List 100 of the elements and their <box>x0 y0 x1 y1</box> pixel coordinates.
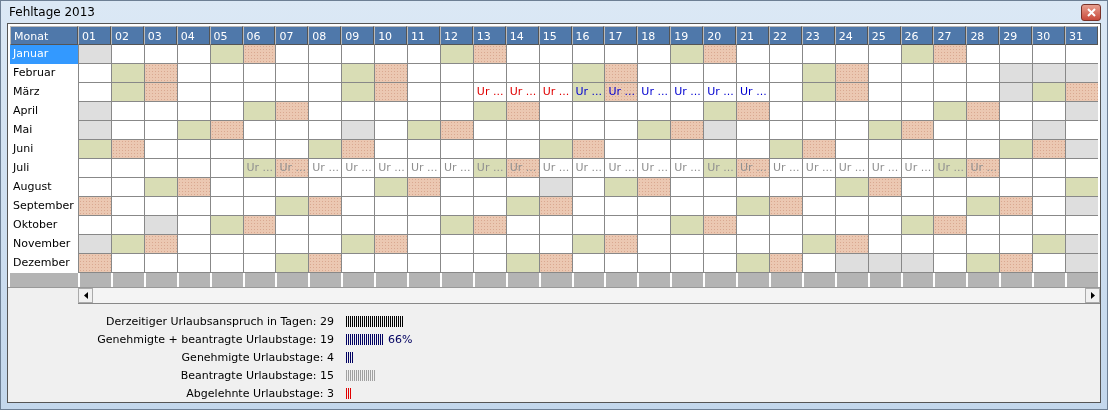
day-cell[interactable] <box>801 45 835 64</box>
column-header[interactable]: 10 <box>374 26 408 45</box>
day-cell[interactable] <box>143 83 177 102</box>
day-cell[interactable] <box>472 45 506 64</box>
day-cell[interactable] <box>176 121 210 140</box>
day-cell[interactable] <box>768 254 802 273</box>
day-cell[interactable] <box>900 83 934 102</box>
day-cell[interactable] <box>834 216 868 235</box>
day-cell[interactable] <box>867 45 901 64</box>
day-cell[interactable] <box>933 64 967 83</box>
day-cell[interactable] <box>867 121 901 140</box>
day-cell[interactable] <box>242 121 276 140</box>
day-cell[interactable] <box>768 83 802 102</box>
day-cell[interactable] <box>505 235 539 254</box>
day-cell[interactable] <box>143 102 177 121</box>
day-cell[interactable] <box>472 102 506 121</box>
day-cell[interactable] <box>143 178 177 197</box>
day-cell[interactable] <box>308 64 342 83</box>
day-cell[interactable] <box>407 197 440 216</box>
day-cell[interactable] <box>538 121 572 140</box>
day-cell[interactable] <box>604 64 638 83</box>
day-cell[interactable] <box>505 102 539 121</box>
column-header[interactable]: 23 <box>801 26 835 45</box>
day-cell[interactable] <box>538 216 572 235</box>
day-cell[interactable] <box>834 254 868 273</box>
day-cell[interactable] <box>637 197 671 216</box>
day-cell[interactable] <box>1032 83 1066 102</box>
column-header[interactable]: 15 <box>538 26 572 45</box>
day-cell[interactable] <box>472 178 506 197</box>
day-cell[interactable] <box>999 216 1033 235</box>
day-cell[interactable] <box>439 235 473 254</box>
day-cell[interactable] <box>1032 216 1066 235</box>
day-cell[interactable] <box>768 45 802 64</box>
day-cell[interactable] <box>439 64 473 83</box>
day-cell[interactable] <box>341 235 375 254</box>
day-cell[interactable] <box>999 45 1033 64</box>
day-cell[interactable] <box>637 178 671 197</box>
day-cell[interactable] <box>407 140 440 159</box>
day-cell[interactable] <box>867 178 901 197</box>
day-cell[interactable] <box>439 178 473 197</box>
day-cell[interactable] <box>242 254 276 273</box>
day-cell[interactable] <box>209 64 243 83</box>
day-cell[interactable] <box>308 140 342 159</box>
day-cell[interactable]: Ur ... <box>472 159 506 178</box>
day-cell[interactable] <box>242 197 276 216</box>
day-cell[interactable] <box>900 102 934 121</box>
day-cell[interactable] <box>275 197 309 216</box>
day-cell[interactable] <box>670 197 704 216</box>
day-cell[interactable] <box>78 121 111 140</box>
day-cell[interactable] <box>900 197 934 216</box>
day-cell[interactable] <box>439 254 473 273</box>
day-cell[interactable] <box>78 45 111 64</box>
day-cell[interactable] <box>209 45 243 64</box>
day-cell[interactable] <box>110 254 144 273</box>
day-cell[interactable] <box>176 235 210 254</box>
day-cell[interactable] <box>242 45 276 64</box>
day-cell[interactable] <box>439 121 473 140</box>
day-cell[interactable] <box>374 140 408 159</box>
day-cell[interactable] <box>999 64 1033 83</box>
day-cell[interactable] <box>637 121 671 140</box>
day-cell[interactable] <box>209 121 243 140</box>
day-cell[interactable] <box>736 254 769 273</box>
column-header[interactable]: 19 <box>670 26 704 45</box>
day-cell[interactable] <box>374 216 408 235</box>
day-cell[interactable] <box>176 83 210 102</box>
day-cell[interactable] <box>736 121 769 140</box>
day-cell[interactable] <box>242 235 276 254</box>
column-header[interactable]: 24 <box>834 26 868 45</box>
day-cell[interactable] <box>736 178 769 197</box>
column-header[interactable]: 03 <box>143 26 177 45</box>
day-cell[interactable]: Ur ... <box>670 83 704 102</box>
day-cell[interactable] <box>966 64 1000 83</box>
day-cell[interactable]: Ur ... <box>703 83 737 102</box>
day-cell[interactable] <box>505 178 539 197</box>
day-cell[interactable] <box>143 45 177 64</box>
day-cell[interactable] <box>670 64 704 83</box>
day-cell[interactable] <box>176 254 210 273</box>
day-cell[interactable]: Ur ... <box>407 159 440 178</box>
right-arrow-icon[interactable] <box>1090 292 1095 299</box>
day-cell[interactable] <box>966 235 1000 254</box>
month-cell[interactable]: Januar <box>10 45 78 64</box>
scroll-left-button[interactable] <box>78 288 93 303</box>
day-cell[interactable] <box>78 64 111 83</box>
day-cell[interactable] <box>308 216 342 235</box>
day-cell[interactable] <box>571 235 605 254</box>
day-cell[interactable] <box>736 197 769 216</box>
day-cell[interactable] <box>407 64 440 83</box>
day-cell[interactable] <box>176 178 210 197</box>
day-cell[interactable] <box>505 216 539 235</box>
column-header[interactable]: 14 <box>505 26 539 45</box>
day-cell[interactable] <box>768 64 802 83</box>
column-header[interactable]: 12 <box>439 26 473 45</box>
day-cell[interactable] <box>736 216 769 235</box>
day-cell[interactable] <box>999 83 1033 102</box>
day-cell[interactable] <box>801 178 835 197</box>
column-header[interactable]: 08 <box>308 26 342 45</box>
day-cell[interactable] <box>670 178 704 197</box>
column-header[interactable]: 06 <box>242 26 276 45</box>
day-cell[interactable] <box>110 45 144 64</box>
day-cell[interactable] <box>1065 159 1098 178</box>
